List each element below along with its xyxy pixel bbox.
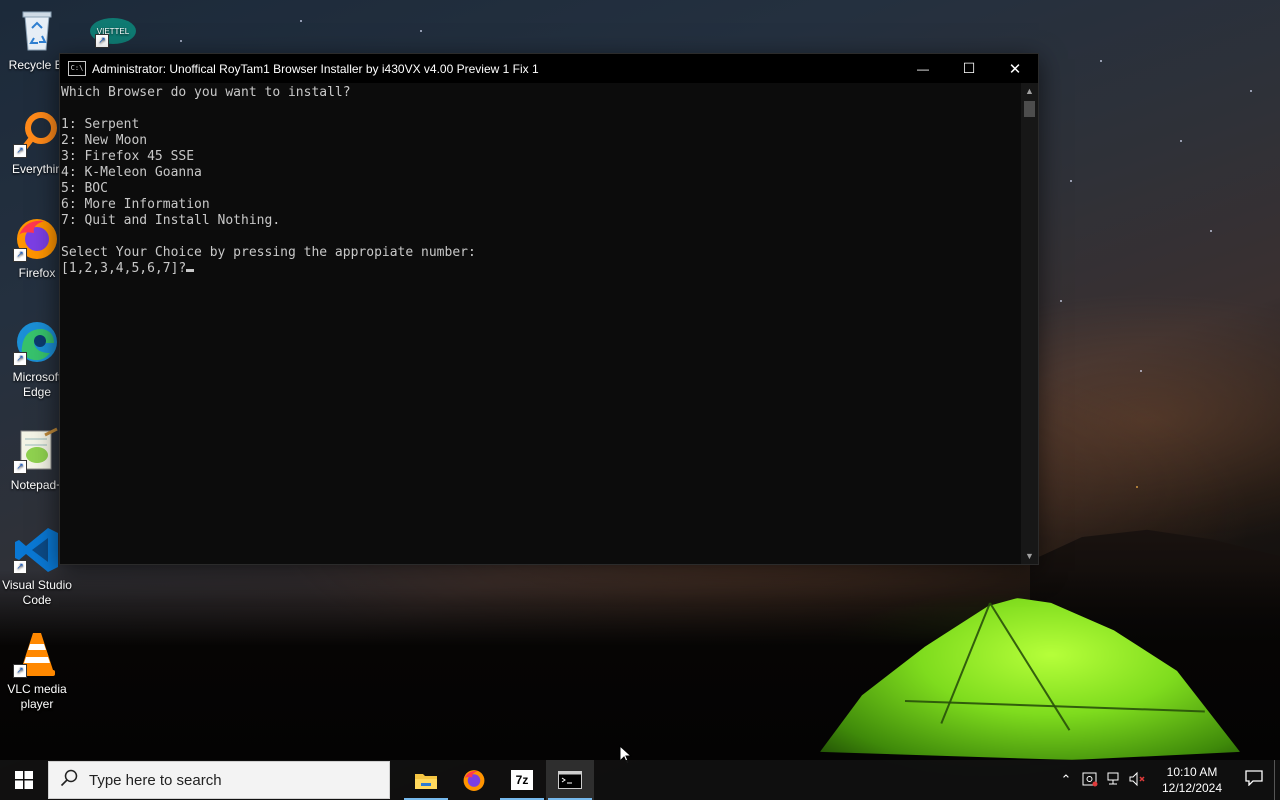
- console-line: Select Your Choice by pressing the appro…: [61, 245, 476, 260]
- security-icon[interactable]: [1078, 771, 1102, 790]
- console-line: 6: More Information: [61, 197, 210, 212]
- console-line: Which Browser do you want to install?: [61, 85, 351, 100]
- shortcut-arrow-icon: ↗: [13, 144, 27, 158]
- cmd-app-icon: C:\: [68, 61, 86, 76]
- console-line: ​: [61, 229, 1021, 245]
- console-line: 7: Quit and Install Nothing.: [61, 213, 281, 228]
- clock-date: 12/12/2024: [1161, 781, 1223, 795]
- taskbar: Type here to search 7z ⌃ 10:10 AM 12/12/…: [0, 760, 1280, 800]
- desktop-icon-viettel[interactable]: VIETTEL ↗: [78, 14, 148, 52]
- viettel-icon: VIETTEL ↗: [87, 14, 139, 48]
- vertical-scrollbar[interactable]: ▲ ▼: [1021, 83, 1038, 564]
- everything-search-icon: ↗: [13, 110, 61, 158]
- taskbar-file-explorer[interactable]: [402, 760, 450, 800]
- taskbar-terminal[interactable]: [546, 760, 594, 800]
- console-prompt: [1,2,3,4,5,6,7]?: [61, 261, 187, 276]
- scroll-down-icon[interactable]: ▼: [1021, 548, 1038, 564]
- shortcut-arrow-icon: ↗: [13, 560, 27, 574]
- scroll-up-icon[interactable]: ▲: [1021, 83, 1038, 99]
- console-line: 3: Firefox 45 SSE: [61, 149, 195, 164]
- shortcut-arrow-icon: ↗: [13, 460, 27, 474]
- console-output[interactable]: Which Browser do you want to install?​1:…: [60, 83, 1021, 564]
- terminal-icon: [558, 771, 582, 789]
- shortcut-arrow-icon: ↗: [95, 34, 109, 48]
- taskbar-firefox[interactable]: [450, 760, 498, 800]
- console-prompt-line[interactable]: [1,2,3,4,5,6,7]?: [61, 261, 1021, 277]
- vlc-icon: ↗: [13, 630, 61, 678]
- clock-time: 10:10 AM: [1166, 765, 1218, 779]
- notepad-plus-plus-icon: ↗: [13, 426, 61, 474]
- taskbar-clock[interactable]: 10:10 AM 12/12/2024: [1150, 764, 1234, 796]
- window-title: Administrator: Unoffical RoyTam1 Browser…: [92, 61, 539, 76]
- 7zip-icon: 7z: [511, 770, 533, 790]
- search-placeholder: Type here to search: [89, 771, 222, 789]
- notification-icon: [1245, 769, 1263, 787]
- firefox-icon: [463, 770, 485, 791]
- file-explorer-icon: [415, 774, 437, 789]
- start-button[interactable]: [0, 760, 48, 800]
- minimize-icon: —: [917, 61, 929, 76]
- close-icon: ✕: [1008, 60, 1022, 78]
- maximize-icon: ☐: [962, 60, 976, 76]
- scroll-thumb[interactable]: [1024, 101, 1035, 117]
- windows-logo-icon: [15, 771, 33, 789]
- console-line: ​: [61, 101, 1021, 117]
- shortcut-arrow-icon: ↗: [13, 248, 27, 262]
- desktop-icon-label: Visual Studio Code: [2, 578, 72, 607]
- vscode-icon: ↗: [13, 526, 61, 574]
- console-line: 4: K-Meleon Goanna: [61, 165, 202, 180]
- network-icon[interactable]: [1102, 771, 1126, 790]
- desktop-icon-label: VLC media player: [7, 682, 67, 711]
- console-line: 5: BOC: [61, 181, 108, 196]
- close-button[interactable]: ✕: [992, 54, 1038, 83]
- taskbar-7zip[interactable]: 7z: [498, 760, 546, 800]
- maximize-button[interactable]: ☐: [946, 54, 992, 83]
- notification-center-button[interactable]: [1234, 769, 1274, 791]
- show-desktop-button[interactable]: [1274, 760, 1280, 800]
- title-bar[interactable]: C:\ Administrator: Unoffical RoyTam1 Bro…: [60, 54, 1038, 83]
- system-tray: ⌃ 10:10 AM 12/12/2024: [1054, 760, 1280, 800]
- console-line: 1: Serpent: [61, 117, 140, 132]
- volume-muted-icon[interactable]: [1126, 771, 1150, 790]
- search-icon: [49, 769, 89, 792]
- recycle-bin-icon: [13, 6, 61, 54]
- taskbar-search-box[interactable]: Type here to search: [48, 761, 390, 799]
- desktop-icon-vlc[interactable]: ↗ VLC media player: [0, 630, 74, 712]
- shortcut-arrow-icon: ↗: [13, 352, 27, 366]
- minimize-button[interactable]: —: [900, 54, 946, 83]
- edge-icon: ↗: [13, 318, 61, 366]
- text-cursor: [186, 269, 195, 272]
- console-window[interactable]: C:\ Administrator: Unoffical RoyTam1 Bro…: [59, 53, 1039, 565]
- console-line: 2: New Moon: [61, 133, 148, 148]
- show-hidden-icons-chevron-icon[interactable]: ⌃: [1054, 772, 1078, 788]
- firefox-icon: ↗: [13, 214, 61, 262]
- shortcut-arrow-icon: ↗: [13, 664, 27, 678]
